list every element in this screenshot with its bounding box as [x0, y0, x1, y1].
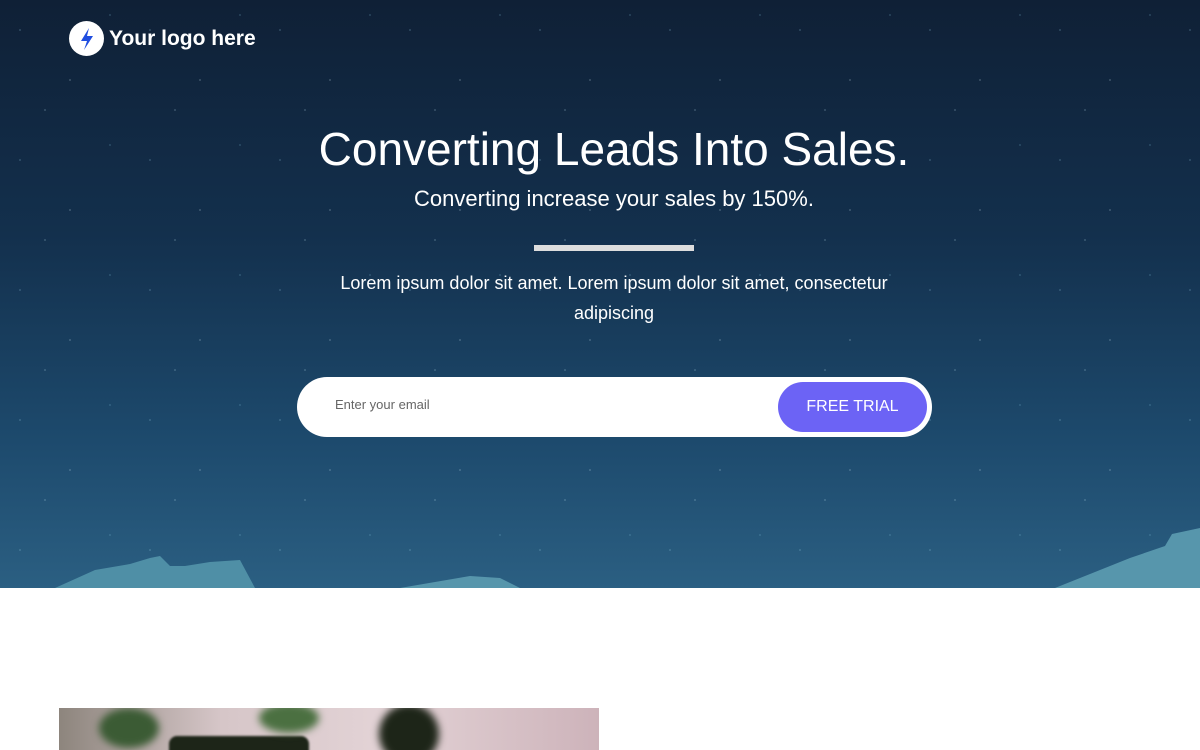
lightning-bolt-icon — [69, 21, 104, 56]
hero-description: Lorem ipsum dolor sit amet. Lorem ipsum … — [340, 273, 888, 323]
logo[interactable]: Your logo here — [69, 21, 256, 56]
feature-image — [59, 708, 599, 750]
divider — [534, 245, 694, 251]
hero-title: Converting Leads Into Sales. — [318, 123, 910, 175]
logo-text: Your logo here — [109, 26, 256, 50]
free-trial-button[interactable]: FREE TRIAL — [778, 382, 927, 432]
hero-subtitle: Converting increase your sales by 150%. — [414, 186, 814, 211]
signup-form: FREE TRIAL — [297, 377, 932, 437]
email-input[interactable] — [335, 397, 735, 412]
mountain-silhouette — [55, 528, 1200, 588]
hero-section: Your logo here Converting Leads Into Sal… — [0, 0, 1200, 588]
